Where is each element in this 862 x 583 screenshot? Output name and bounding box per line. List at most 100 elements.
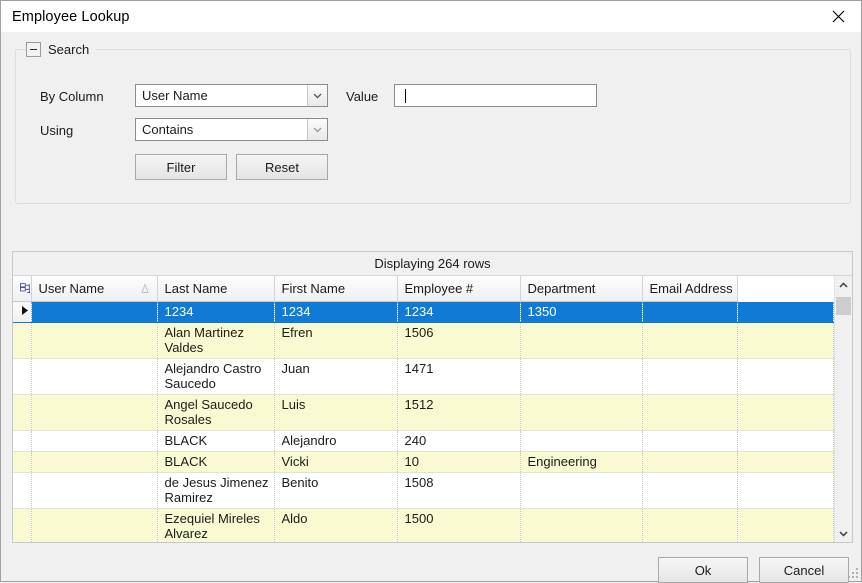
table-cell[interactable]: Angel Saucedo Rosales xyxy=(157,395,274,431)
table-cell[interactable]: BLACK xyxy=(157,452,274,473)
table-cell[interactable] xyxy=(520,473,642,509)
table-head: User Name Last Name xyxy=(13,276,834,302)
grid-vertical-scrollbar[interactable] xyxy=(834,276,852,542)
table-cell[interactable]: 1512 xyxy=(397,395,520,431)
table-cell[interactable] xyxy=(642,359,738,395)
column-header-label: Last Name xyxy=(165,281,228,296)
scroll-down-button[interactable] xyxy=(835,525,852,542)
table-cell[interactable]: Ezequiel Mireles Alvarez xyxy=(157,509,274,543)
table-cell[interactable] xyxy=(520,509,642,543)
table-cell[interactable]: Alejandro xyxy=(274,431,397,452)
table-cell-user-name[interactable] xyxy=(31,323,157,359)
results-table: User Name Last Name xyxy=(13,276,834,542)
table-row[interactable]: 1234123412341350 xyxy=(13,302,834,323)
search-groupbox: Search By Column User Name Value Using C… xyxy=(15,49,851,204)
table-cell[interactable] xyxy=(520,395,642,431)
table-cell[interactable]: 1350 xyxy=(520,302,642,323)
filter-button[interactable]: Filter xyxy=(135,154,227,180)
table-cell[interactable]: Alejandro Castro Saucedo xyxy=(157,359,274,395)
scroll-thumb[interactable] xyxy=(836,297,851,315)
table-cell[interactable]: 240 xyxy=(397,431,520,452)
row-header-cell[interactable] xyxy=(13,509,31,543)
table-cell[interactable] xyxy=(642,302,738,323)
table-cell[interactable]: 1506 xyxy=(397,323,520,359)
table-cell[interactable]: 10 xyxy=(397,452,520,473)
table-cell[interactable] xyxy=(642,473,738,509)
table-cell-user-name[interactable] xyxy=(31,359,157,395)
resize-grip-icon[interactable] xyxy=(846,566,858,578)
ok-button[interactable]: Ok xyxy=(658,557,748,583)
table-row[interactable]: BLACKVicki10Engineering xyxy=(13,452,834,473)
table-cell[interactable] xyxy=(642,431,738,452)
table-cell[interactable]: 1234 xyxy=(157,302,274,323)
table-cell[interactable]: Benito xyxy=(274,473,397,509)
row-header-cell[interactable] xyxy=(13,302,31,323)
grid-viewport: User Name Last Name xyxy=(13,276,834,542)
table-row[interactable]: Ezequiel Mireles AlvarezAldo1500 xyxy=(13,509,834,543)
table-cell[interactable]: 1471 xyxy=(397,359,520,395)
row-header-cell[interactable] xyxy=(13,395,31,431)
value-input[interactable] xyxy=(394,84,597,107)
table-cell[interactable]: Luis xyxy=(274,395,397,431)
current-row-arrow-icon xyxy=(21,305,29,316)
grid-status-bar: Displaying 264 rows xyxy=(13,252,852,276)
table-cell[interactable]: de Jesus Jimenez Ramirez xyxy=(157,473,274,509)
using-select-arrow[interactable] xyxy=(307,119,327,140)
select-all-header[interactable] xyxy=(13,276,31,302)
table-cell[interactable]: 1500 xyxy=(397,509,520,543)
collapse-toggle-button[interactable] xyxy=(26,42,41,57)
table-cell-user-name[interactable] xyxy=(31,509,157,543)
close-button[interactable] xyxy=(815,2,861,32)
table-cell[interactable]: Vicki xyxy=(274,452,397,473)
window-body: Search By Column User Name Value Using C… xyxy=(1,33,861,581)
table-cell[interactable]: 1508 xyxy=(397,473,520,509)
row-header-cell[interactable] xyxy=(13,473,31,509)
table-cell[interactable]: Engineering xyxy=(520,452,642,473)
table-cell[interactable] xyxy=(642,395,738,431)
column-header-user-name[interactable]: User Name xyxy=(31,276,157,302)
table-row[interactable]: de Jesus Jimenez RamirezBenito1508 xyxy=(13,473,834,509)
title-bar: Employee Lookup xyxy=(1,1,861,33)
column-header-email-address[interactable]: Email Address xyxy=(642,276,738,302)
table-cell-user-name[interactable] xyxy=(31,473,157,509)
table-cell-filler xyxy=(738,359,834,395)
column-header-department[interactable]: Department xyxy=(520,276,642,302)
row-header-cell[interactable] xyxy=(13,452,31,473)
by-column-select-arrow[interactable] xyxy=(307,85,327,106)
table-cell[interactable]: Juan xyxy=(274,359,397,395)
by-column-select[interactable]: User Name xyxy=(135,84,328,107)
cancel-button[interactable]: Cancel xyxy=(759,557,849,583)
table-cell[interactable] xyxy=(642,323,738,359)
table-row[interactable]: Angel Saucedo RosalesLuis1512 xyxy=(13,395,834,431)
table-row[interactable]: Alejandro Castro SaucedoJuan1471 xyxy=(13,359,834,395)
column-header-label: First Name xyxy=(282,281,346,296)
table-cell[interactable]: Aldo xyxy=(274,509,397,543)
row-header-cell[interactable] xyxy=(13,359,31,395)
table-cell[interactable] xyxy=(642,509,738,543)
table-cell[interactable] xyxy=(520,323,642,359)
row-header-cell[interactable] xyxy=(13,323,31,359)
table-cell[interactable]: 1234 xyxy=(274,302,397,323)
using-select[interactable]: Contains xyxy=(135,118,328,141)
table-row[interactable]: BLACKAlejandro240 xyxy=(13,431,834,452)
table-cell-user-name[interactable] xyxy=(31,431,157,452)
table-cell-user-name[interactable] xyxy=(31,395,157,431)
by-column-label: By Column xyxy=(40,89,104,104)
scroll-up-button[interactable] xyxy=(835,276,852,293)
table-cell[interactable]: 1234 xyxy=(397,302,520,323)
reset-button[interactable]: Reset xyxy=(236,154,328,180)
table-cell[interactable]: BLACK xyxy=(157,431,274,452)
table-cell-user-name[interactable] xyxy=(31,302,157,323)
table-cell[interactable] xyxy=(520,359,642,395)
table-cell[interactable]: Alan Martinez Valdes xyxy=(157,323,274,359)
column-header-first-name[interactable]: First Name xyxy=(274,276,397,302)
row-header-cell[interactable] xyxy=(13,431,31,452)
table-cell[interactable]: Efren xyxy=(274,323,397,359)
table-cell[interactable] xyxy=(520,431,642,452)
scroll-track[interactable] xyxy=(835,293,852,525)
table-row[interactable]: Alan Martinez ValdesEfren1506 xyxy=(13,323,834,359)
table-cell-user-name[interactable] xyxy=(31,452,157,473)
column-header-last-name[interactable]: Last Name xyxy=(157,276,274,302)
column-header-employee-number[interactable]: Employee # xyxy=(397,276,520,302)
table-cell[interactable] xyxy=(642,452,738,473)
